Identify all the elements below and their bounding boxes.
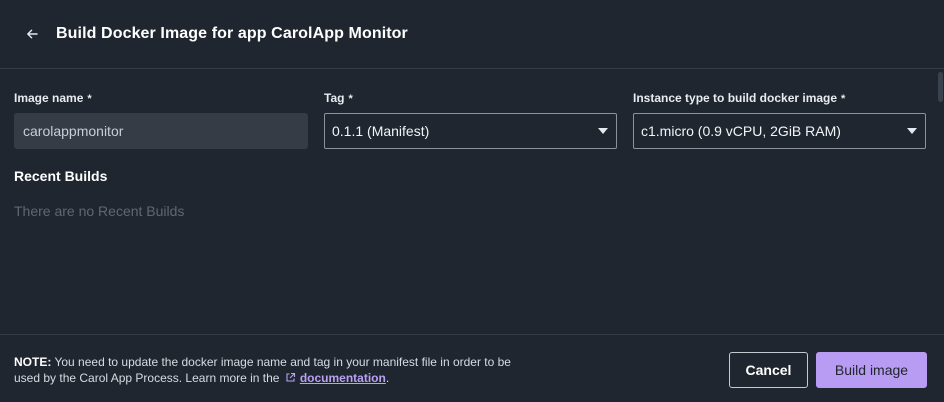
image-name-label-text: Image name — [14, 91, 84, 105]
image-name-label: Image name * — [14, 91, 92, 105]
tag-label: Tag * — [324, 91, 353, 105]
required-mark: * — [841, 93, 846, 105]
recent-builds-title: Recent Builds — [14, 168, 108, 184]
recent-builds-empty-text: There are no Recent Builds — [14, 203, 185, 219]
instance-type-label-text: Instance type to build docker image — [633, 91, 838, 105]
instance-type-select-value: c1.micro (0.9 vCPU, 2GiB RAM) — [641, 123, 841, 139]
external-link-icon — [285, 371, 296, 382]
build-docker-image-dialog: Build Docker Image for app CarolApp Moni… — [0, 0, 944, 402]
note-end: . — [385, 371, 390, 385]
scrollbar-track[interactable] — [936, 69, 944, 333]
caret-down-icon — [907, 128, 917, 134]
scrollbar-thumb[interactable] — [938, 72, 943, 102]
note-text: You need to update the docker image name… — [14, 355, 511, 385]
dialog-header: Build Docker Image for app CarolApp Moni… — [0, 0, 944, 69]
required-mark: * — [87, 93, 92, 105]
tag-select-value: 0.1.1 (Manifest) — [332, 123, 430, 139]
dialog-footer: NOTE: You need to update the docker imag… — [0, 334, 944, 402]
build-image-button[interactable]: Build image — [816, 352, 927, 388]
instance-type-label: Instance type to build docker image * — [633, 91, 845, 105]
manifest-note: NOTE: You need to update the docker imag… — [14, 354, 514, 386]
required-mark: * — [348, 93, 353, 105]
dialog-title: Build Docker Image for app CarolApp Moni… — [56, 25, 408, 42]
note-label: NOTE: — [14, 355, 52, 369]
tag-label-text: Tag — [324, 91, 345, 105]
tag-select[interactable]: 0.1.1 (Manifest) — [324, 113, 617, 149]
cancel-button[interactable]: Cancel — [729, 352, 808, 388]
arrow-left-icon[interactable] — [24, 26, 40, 42]
image-name-input[interactable] — [14, 113, 308, 149]
caret-down-icon — [598, 128, 608, 134]
documentation-link[interactable]: documentation — [300, 371, 386, 385]
instance-type-select[interactable]: c1.micro (0.9 vCPU, 2GiB RAM) — [633, 113, 926, 149]
